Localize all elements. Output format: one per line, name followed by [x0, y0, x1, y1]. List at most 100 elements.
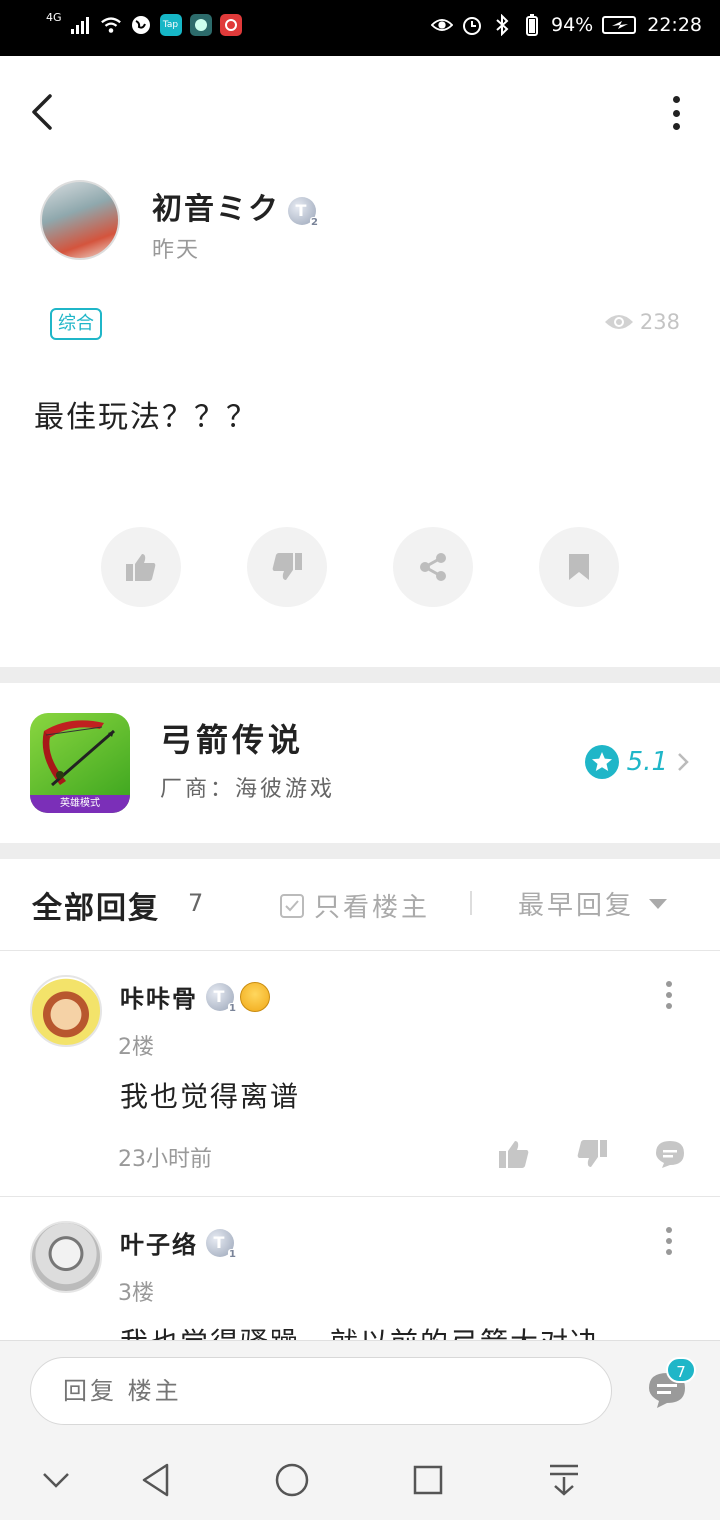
dot: [672, 123, 680, 130]
commenter-name-row[interactable]: 咔咔骨 T1: [120, 979, 270, 1014]
music-icon: [219, 14, 242, 36]
level-badge-icon: T1: [206, 1228, 239, 1260]
share-button[interactable]: [393, 527, 473, 607]
nav-notifications-button[interactable]: [544, 1460, 584, 1500]
more-options-button[interactable]: [668, 96, 684, 130]
bookmark-icon: [569, 554, 589, 580]
app-icon: [189, 14, 212, 36]
author-name-row[interactable]: 初音ミク T 2: [152, 184, 321, 228]
system-nav-bar: [0, 1440, 720, 1520]
chevron-right-icon: [678, 753, 689, 771]
only-owner-label: 只看楼主: [314, 893, 431, 923]
floor-number: 2楼: [118, 1035, 154, 1060]
section-divider: [0, 843, 720, 859]
nav-home-button[interactable]: [272, 1460, 312, 1500]
thumbs-down-icon: [272, 553, 302, 580]
commenter-name-row[interactable]: 叶子络 T1: [120, 1225, 239, 1260]
comment-text: 我也觉得离谱: [120, 1080, 301, 1113]
author-avatar[interactable]: [40, 180, 120, 260]
author-name: 初音ミク: [152, 192, 280, 227]
section-divider: [0, 667, 720, 683]
battery-percent: 94%: [551, 14, 594, 36]
pull-down-icon: [550, 1464, 578, 1496]
medal-icon: [240, 981, 270, 1012]
sort-dropdown[interactable]: 最早回复: [518, 885, 668, 922]
status-right: 94% 22:28: [431, 14, 702, 36]
battery-icon: [521, 14, 543, 36]
replies-header: 全部回复 7 只看楼主 最早回复: [0, 859, 720, 951]
dislike-button[interactable]: [247, 527, 327, 607]
back-arrow-icon: [32, 94, 52, 130]
view-count: 238: [604, 310, 680, 334]
reply-bar: 7: [0, 1340, 720, 1440]
commenter-name: 叶子络: [120, 1231, 198, 1259]
comment-more-button[interactable]: [666, 1227, 674, 1255]
game-title: 弓箭传说: [160, 721, 305, 759]
bow-icon: [42, 720, 115, 787]
share-icon: [420, 553, 446, 581]
game-icon: 英雄模式: [30, 713, 130, 813]
bookmark-button[interactable]: [539, 527, 619, 607]
comment-icon[interactable]: [654, 1139, 686, 1169]
separator: [470, 891, 472, 915]
comments-count-badge: 7: [666, 1357, 696, 1383]
wifi-icon: [100, 14, 122, 36]
post-tag[interactable]: 综合: [50, 308, 102, 340]
taptap-icon: Tap: [159, 14, 182, 36]
star-icon: [584, 745, 619, 779]
sort-label: 最早回复: [518, 891, 635, 921]
alarm-icon: [461, 14, 483, 36]
comment-time: 23小时前: [118, 1147, 212, 1172]
post-author: 初音ミク T 2 昨天: [40, 180, 680, 270]
status-bar: 4G Tap 94% 22:28: [0, 0, 720, 56]
only-owner-toggle[interactable]: 只看楼主: [280, 887, 430, 924]
signal-icon: [70, 14, 92, 36]
back-button[interactable]: [26, 92, 62, 132]
clock: 22:28: [647, 14, 702, 36]
thumbs-down-icon[interactable]: [576, 1139, 608, 1169]
bluetooth-icon: [491, 14, 513, 36]
commenter-avatar[interactable]: [30, 975, 102, 1047]
rating-value: 5.1: [626, 747, 668, 777]
comment-item: 咔咔骨 T1 2楼 我也觉得离谱 23小时前: [0, 951, 720, 1197]
square-recents-icon: [413, 1465, 443, 1495]
status-left: 4G Tap: [46, 10, 242, 36]
network-label: 4G: [46, 10, 62, 24]
nav-hide-button[interactable]: [36, 1460, 76, 1500]
nav-back-button[interactable]: [136, 1460, 176, 1500]
commenter-avatar[interactable]: [30, 1221, 102, 1293]
replies-title: 全部回复: [32, 891, 160, 926]
like-button[interactable]: [101, 527, 181, 607]
thumbs-up-icon[interactable]: [498, 1139, 530, 1169]
globe-icon: [130, 14, 152, 36]
comment-more-button[interactable]: [666, 981, 674, 1009]
reply-input[interactable]: [30, 1357, 612, 1425]
triangle-back-icon: [142, 1463, 169, 1497]
commenter-name: 咔咔骨: [120, 985, 198, 1013]
dot: [672, 96, 680, 103]
eye-icon: [604, 315, 633, 329]
dot: [672, 109, 680, 117]
floor-number: 3楼: [118, 1281, 154, 1306]
view-count-value: 238: [639, 310, 680, 334]
level-badge-icon: T2: [288, 196, 321, 228]
checkbox-icon: [280, 893, 304, 918]
top-bar: [0, 56, 720, 166]
comment-actions: [498, 1139, 686, 1169]
game-rating: 5.1: [584, 745, 690, 779]
replies-count: 7: [188, 889, 204, 917]
nav-recents-button[interactable]: [408, 1460, 448, 1500]
charging-icon: [601, 14, 639, 36]
chevron-down-icon: [43, 1473, 69, 1488]
dropdown-arrow-icon: [649, 898, 668, 909]
eye-icon: [431, 14, 453, 36]
circle-home-icon: [275, 1463, 309, 1497]
thumbs-up-icon: [126, 554, 156, 581]
game-icon-label: 英雄模式: [30, 795, 130, 813]
level-badge-icon: T1: [206, 982, 239, 1014]
game-developer: 厂商：海彼游戏: [160, 777, 336, 802]
game-card[interactable]: 英雄模式 弓箭传说 厂商：海彼游戏 5.1: [0, 683, 720, 843]
post-actions: [101, 527, 621, 607]
post-content: 最佳玩法？？？: [34, 400, 258, 435]
post-time: 昨天: [152, 238, 201, 263]
